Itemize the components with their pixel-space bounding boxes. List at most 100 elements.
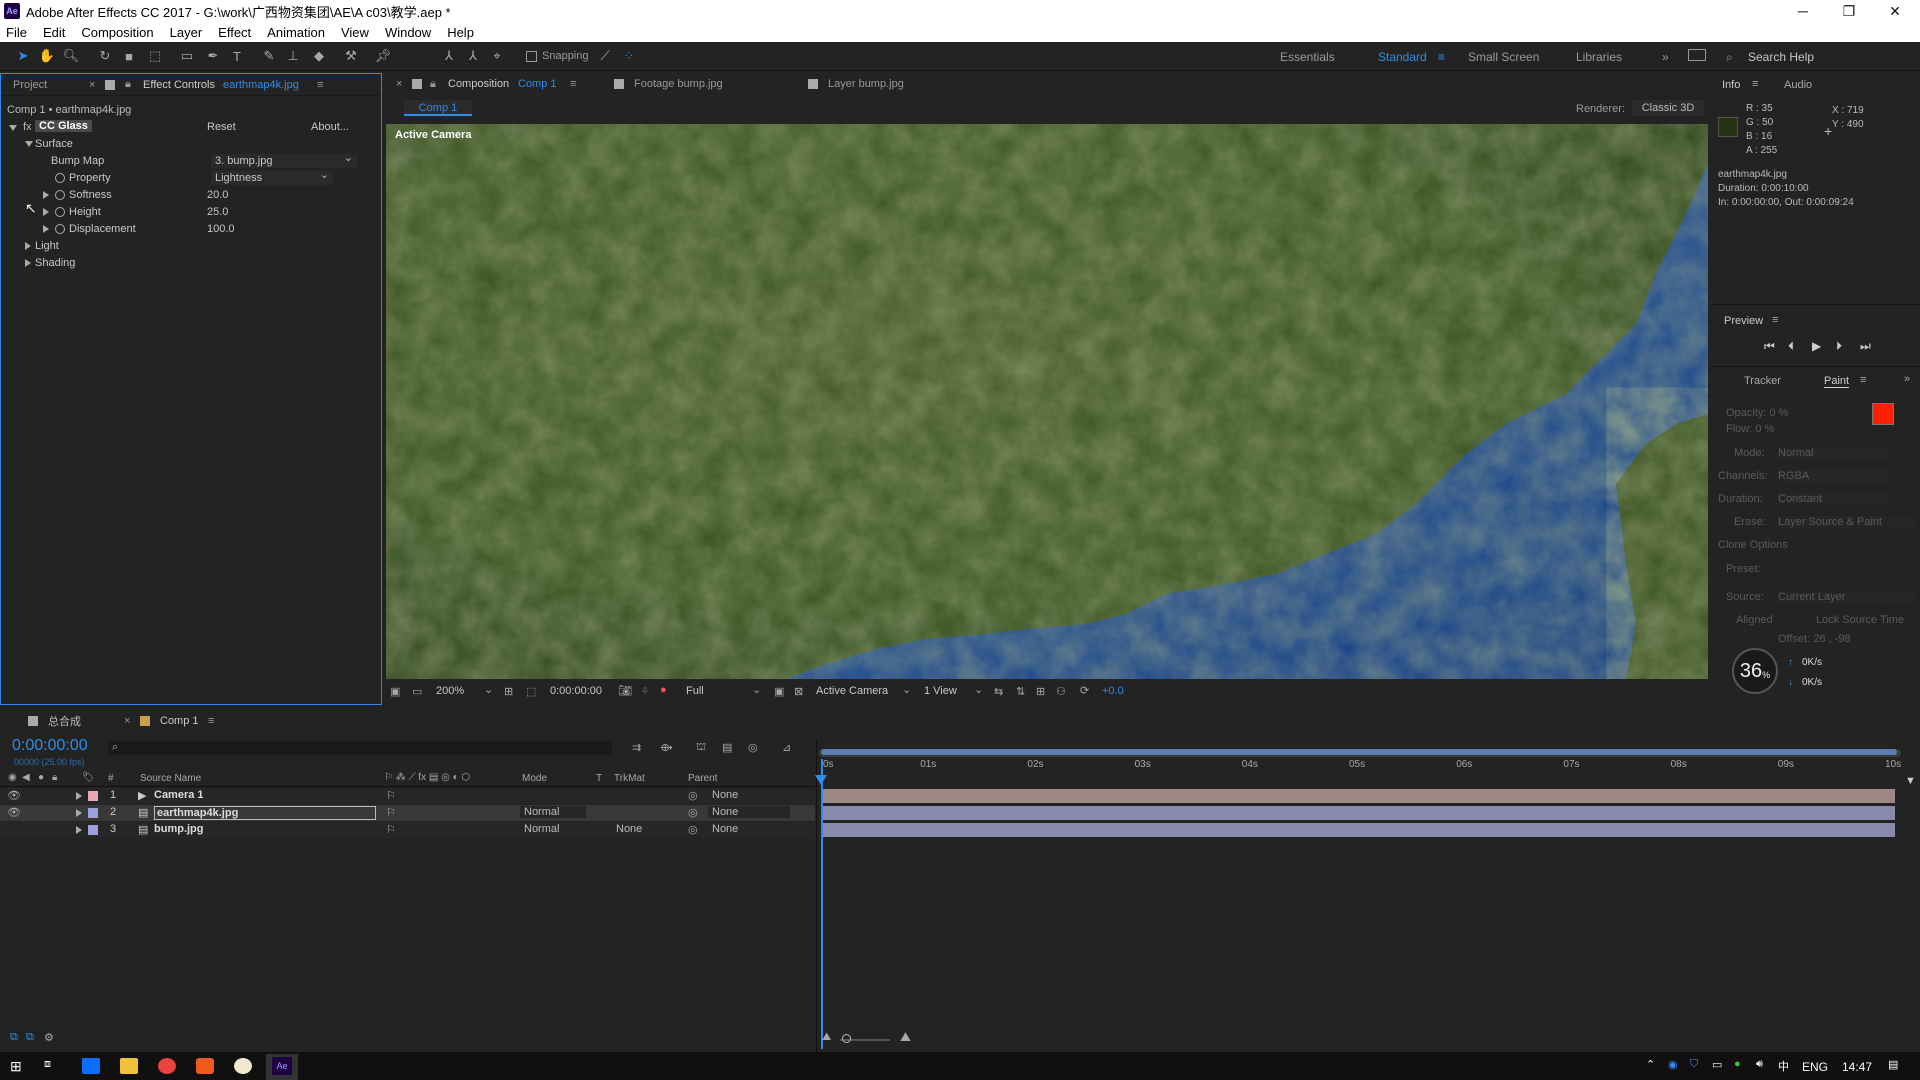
- layer-row[interactable]: 👁︎ 1 ▶ Camera 1 ⚐ ◎ None: [0, 788, 815, 804]
- timeline-current-time[interactable]: 0:00:00:00: [12, 737, 88, 755]
- previous-frame-icon[interactable]: ⏴: [1788, 339, 1794, 354]
- paint-erase-dropdown[interactable]: Layer Source & Paint: [1778, 516, 1914, 528]
- tab-tracker[interactable]: Tracker: [1744, 375, 1781, 387]
- pick-whip-icon[interactable]: ◎: [688, 806, 698, 819]
- transparency-grid-icon[interactable]: ⊠: [794, 685, 803, 698]
- trkmat-dropdown[interactable]: None: [612, 823, 678, 835]
- workspace-essentials[interactable]: Essentials: [1280, 50, 1335, 64]
- offset-value[interactable]: Offset: 26 , -98: [1778, 633, 1851, 645]
- draft-3d-icon[interactable]: ⟴: [660, 741, 673, 754]
- timeline-zoom-handle[interactable]: [842, 1034, 851, 1043]
- file-explorer-icon[interactable]: [120, 1058, 138, 1074]
- stopwatch-icon[interactable]: [55, 224, 65, 234]
- menu-animation[interactable]: Animation: [267, 25, 325, 40]
- type-tool-icon[interactable]: T: [228, 48, 246, 64]
- paint-flow[interactable]: Flow: 0 %: [1726, 423, 1774, 435]
- frame-blending-icon[interactable]: ▤: [722, 741, 732, 754]
- mask-visibility-icon[interactable]: ⬚: [526, 685, 536, 698]
- brush-tool-icon[interactable]: ✎: [260, 48, 278, 64]
- language-indicator[interactable]: ENG: [1802, 1060, 1832, 1076]
- layer-mode-dropdown[interactable]: Normal: [520, 806, 586, 818]
- playhead-icon[interactable]: [815, 775, 827, 785]
- next-frame-icon[interactable]: ⏵: [1836, 339, 1842, 354]
- layer-mode-dropdown[interactable]: Normal: [520, 823, 586, 835]
- more-workspaces-icon[interactable]: »: [1662, 50, 1669, 64]
- time-ruler[interactable]: 0s 01s 02s 03s 04s 05s 06s 07s 08s 09s 10s: [817, 759, 1920, 775]
- aligned-checkbox[interactable]: Aligned: [1736, 614, 1773, 626]
- composition-name[interactable]: Comp 1: [518, 78, 557, 90]
- foreground-color-swatch[interactable]: [1872, 403, 1894, 425]
- toggle-pixel-aspect-icon[interactable]: ⇆: [994, 685, 1003, 698]
- tab-project[interactable]: Project: [13, 79, 47, 91]
- stopwatch-icon[interactable]: [55, 173, 65, 183]
- layer-search-input[interactable]: ⌕: [108, 741, 612, 755]
- clock[interactable]: 14:47: [1842, 1060, 1882, 1076]
- menu-help[interactable]: Help: [447, 25, 474, 40]
- pick-whip-icon[interactable]: ◎: [688, 789, 698, 802]
- safe-zones-icon[interactable]: ⊞: [504, 685, 513, 698]
- workspace-small-screen[interactable]: Small Screen: [1468, 50, 1539, 64]
- show-snapshot-icon[interactable]: ⚘: [640, 685, 650, 698]
- store-app-icon[interactable]: [82, 1058, 100, 1074]
- tab-master-comp[interactable]: 总合成: [48, 713, 81, 729]
- app-icon[interactable]: [196, 1058, 214, 1074]
- col-source-name[interactable]: Source Name: [140, 773, 201, 784]
- panel-menu-icon[interactable]: ≡: [1860, 374, 1866, 386]
- reset-exposure-icon[interactable]: ⟳: [1080, 684, 1089, 697]
- chevron-down-icon[interactable]: ⌄: [484, 683, 493, 696]
- composition-viewer[interactable]: Active Camera: [386, 124, 1708, 679]
- chevron-down-icon[interactable]: ⌄: [974, 683, 983, 696]
- parent-dropdown[interactable]: None: [708, 806, 790, 818]
- security-icon[interactable]: ⛉: [1690, 1058, 1708, 1074]
- monitor-icon[interactable]: ▭: [412, 685, 422, 698]
- tab-info[interactable]: Info: [1722, 79, 1740, 91]
- menu-composition[interactable]: Composition: [81, 25, 153, 40]
- menu-layer[interactable]: Layer: [170, 25, 203, 40]
- chevron-down-icon[interactable]: ⌄: [902, 683, 911, 696]
- chrome-icon[interactable]: [158, 1058, 176, 1074]
- light-expand-icon[interactable]: [25, 242, 31, 250]
- eraser-tool-icon[interactable]: ◆: [310, 48, 328, 64]
- task-view-icon[interactable]: ⧈: [44, 1058, 62, 1074]
- clone-stamp-tool-icon[interactable]: ⊥: [284, 48, 302, 64]
- stopwatch-icon[interactable]: [55, 190, 65, 200]
- tab-audio[interactable]: Audio: [1784, 79, 1812, 91]
- tab-layer[interactable]: Layer bump.jpg: [828, 78, 904, 90]
- workspace-menu-icon[interactable]: ≡: [1438, 50, 1445, 64]
- light-group[interactable]: Light: [35, 240, 59, 252]
- layer-source-name[interactable]: bump.jpg: [154, 823, 204, 835]
- displacement-expand-icon[interactable]: [43, 225, 49, 233]
- tab-composition[interactable]: Composition: [448, 78, 509, 90]
- channel-icon[interactable]: ●: [660, 684, 667, 696]
- search-help-input[interactable]: Search Help: [1748, 50, 1814, 64]
- property-dropdown[interactable]: Lightness: [211, 168, 333, 185]
- close-tab-icon[interactable]: ×: [396, 78, 402, 90]
- local-axis-icon[interactable]: ⅄: [440, 48, 458, 64]
- expand-triangle-icon[interactable]: [76, 792, 82, 800]
- menu-effect[interactable]: Effect: [218, 25, 251, 40]
- toggle-transfer-controls-icon[interactable]: ⧉: [26, 1031, 34, 1044]
- expand-triangle-icon[interactable]: [76, 809, 82, 817]
- close-tab-icon[interactable]: ×: [124, 715, 130, 727]
- last-frame-icon[interactable]: ⏭: [1860, 339, 1871, 354]
- view-layout-dropdown[interactable]: 1 View: [924, 685, 957, 697]
- label-color-swatch[interactable]: [88, 825, 98, 835]
- lock-icon[interactable]: 🔒︎: [125, 78, 131, 91]
- paint-channels-dropdown[interactable]: RGBA: [1778, 470, 1888, 482]
- zoom-dropdown[interactable]: 200%: [436, 685, 464, 697]
- composition-mini-flowchart-icon[interactable]: ⇉: [632, 741, 641, 754]
- paint-duration-dropdown[interactable]: Constant: [1778, 493, 1888, 505]
- shading-group[interactable]: Shading: [35, 257, 75, 269]
- rotation-tool-icon[interactable]: ↻: [96, 48, 114, 64]
- reset-button[interactable]: Reset: [207, 121, 236, 133]
- tab-paint[interactable]: Paint: [1824, 375, 1850, 388]
- surface-group[interactable]: Surface: [35, 138, 73, 150]
- layer-duration-bar[interactable]: [823, 789, 1895, 803]
- expand-triangle-icon[interactable]: [76, 826, 82, 834]
- maximize-button[interactable]: ❐: [1826, 0, 1872, 22]
- shy-switch-icon[interactable]: ⚐: [386, 789, 396, 802]
- layer-duration-bar[interactable]: [823, 823, 1895, 837]
- tab-comp-1[interactable]: Comp 1: [160, 715, 199, 727]
- panel-menu-icon[interactable]: ≡: [208, 715, 214, 727]
- view-axis-icon[interactable]: ⌖: [488, 48, 506, 64]
